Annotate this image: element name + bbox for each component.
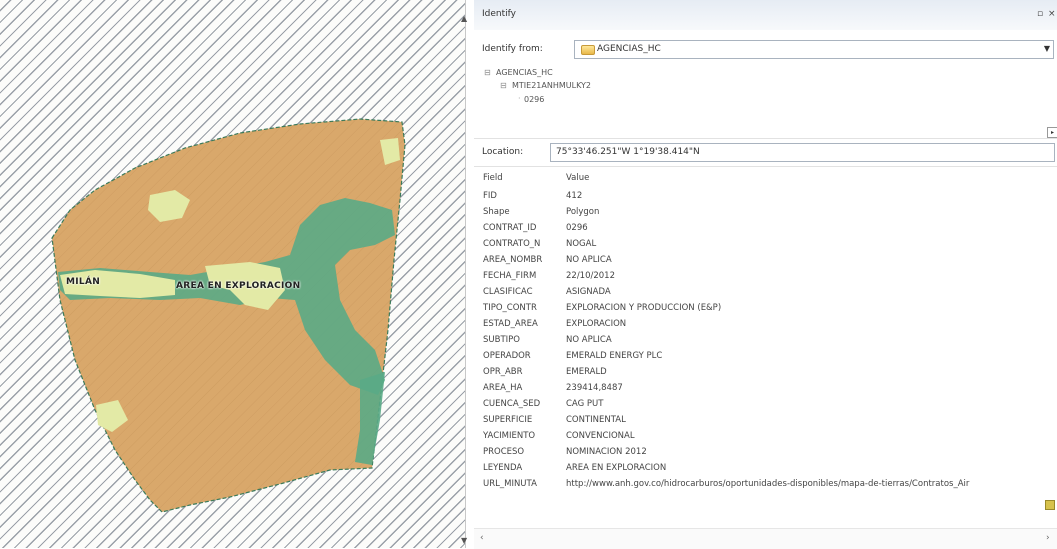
field-name: Shape xyxy=(483,207,510,217)
table-row[interactable]: AREA_NOMBR NO APLICA xyxy=(474,254,1057,269)
table-row[interactable]: Shape Polygon xyxy=(474,206,1057,221)
field-name: TIPO_CONTR xyxy=(483,303,537,313)
table-row[interactable]: AREA_HA 239414,8487 xyxy=(474,382,1057,397)
tree-collapse-icon[interactable]: ⊟ xyxy=(484,68,491,77)
field-name: OPR_ABR xyxy=(483,367,523,377)
field-value: EMERALD xyxy=(566,367,607,377)
separator xyxy=(474,166,1057,167)
separator xyxy=(474,138,1057,139)
field-name: CONTRATO_N xyxy=(483,239,541,249)
field-value: NO APLICA xyxy=(566,335,612,345)
table-row[interactable]: YACIMIENTO CONVENCIONAL xyxy=(474,430,1057,445)
location-field[interactable]: 75°33'46.251"W 1°19'38.414"N xyxy=(550,143,1055,162)
chevron-down-icon[interactable]: ▼ xyxy=(1044,44,1050,53)
scroll-up-icon[interactable]: ▲ xyxy=(461,14,467,23)
map-view[interactable]: MILÁN AREA EN EXPLORACION xyxy=(0,0,465,548)
identify-panel: Identify ▫ × Identify from: AGENCIAS_HC … xyxy=(474,0,1057,549)
table-row[interactable]: CONTRAT_ID 0296 xyxy=(474,222,1057,237)
field-value: 22/10/2012 xyxy=(566,271,615,281)
field-value: CONTINENTAL xyxy=(566,415,626,425)
map-panel-divider[interactable] xyxy=(465,0,466,548)
tree-value[interactable]: 0296 xyxy=(524,95,544,104)
field-value: ASIGNADA xyxy=(566,287,611,297)
identify-from-label: Identify from: xyxy=(482,44,543,54)
expand-icon[interactable]: ▸ xyxy=(1047,127,1057,138)
field-name: CLASIFICAC xyxy=(483,287,533,297)
table-row[interactable]: OPERADOR EMERALD ENERGY PLC xyxy=(474,350,1057,365)
table-row[interactable]: ESTAD_AREA EXPLORACION xyxy=(474,318,1057,333)
close-icon[interactable]: × xyxy=(1048,9,1056,19)
polygon-hatch xyxy=(52,119,405,512)
table-row[interactable]: CONTRATO_N NOGAL xyxy=(474,238,1057,253)
table-row[interactable]: FECHA_FIRM 22/10/2012 xyxy=(474,270,1057,285)
header-value[interactable]: Value xyxy=(566,173,589,183)
table-row[interactable]: LEYENDA AREA EN EXPLORACION xyxy=(474,462,1057,477)
field-name: YACIMIENTO xyxy=(483,431,536,441)
identify-from-select[interactable]: AGENCIAS_HC ▼ xyxy=(574,40,1054,59)
field-name: SUBTIPO xyxy=(483,335,520,345)
panel-title: Identify xyxy=(482,9,516,19)
tree-layer[interactable]: AGENCIAS_HC xyxy=(496,68,553,77)
identify-titlebar[interactable]: Identify ▫ × xyxy=(474,0,1057,30)
tree-feature[interactable]: MTIE21ANHMULKY2 xyxy=(512,81,591,90)
map-canvas xyxy=(51,118,406,513)
table-row[interactable]: OPR_ABR EMERALD xyxy=(474,366,1057,381)
field-name: OPERADOR xyxy=(483,351,531,361)
horizontal-scrollbar[interactable]: ‹ › xyxy=(474,528,1057,549)
field-name: SUPERFICIE xyxy=(483,415,533,425)
field-name: AREA_HA xyxy=(483,383,523,393)
field-name: PROCESO xyxy=(483,447,525,457)
table-row[interactable]: CUENCA_SED CAG PUT xyxy=(474,398,1057,413)
field-name: URL_MINUTA xyxy=(483,479,537,489)
field-value[interactable]: http://www.anh.gov.co/hidrocarburos/opor… xyxy=(566,479,969,489)
field-value: 412 xyxy=(566,191,583,201)
field-value: CAG PUT xyxy=(566,399,604,409)
map-label-milan: MILÁN xyxy=(66,277,101,287)
field-value: 0296 xyxy=(566,223,588,233)
scroll-left-icon[interactable]: ‹ xyxy=(480,533,484,543)
field-value: NOGAL xyxy=(566,239,597,249)
field-value: 239414,8487 xyxy=(566,383,623,393)
table-row[interactable]: SUPERFICIE CONTINENTAL xyxy=(474,414,1057,429)
table-row[interactable]: SUBTIPO NO APLICA xyxy=(474,334,1057,349)
table-header: Field Value xyxy=(474,172,1057,187)
map-label-area: AREA EN EXPLORACION xyxy=(176,281,301,291)
table-row[interactable]: FID 412 xyxy=(474,190,1057,205)
table-row[interactable]: CLASIFICAC ASIGNADA xyxy=(474,286,1057,301)
tree-collapse-icon[interactable]: ⊟ xyxy=(500,81,507,90)
scroll-down-icon[interactable]: ▼ xyxy=(461,536,467,545)
location-value: 75°33'46.251"W 1°19'38.414"N xyxy=(556,147,700,157)
field-value: EXPLORACION xyxy=(566,319,627,329)
hyperlink-icon[interactable] xyxy=(1045,500,1055,510)
field-name: AREA_NOMBR xyxy=(483,255,543,265)
field-name: FECHA_FIRM xyxy=(483,271,537,281)
table-row[interactable]: URL_MINUTA http://www.anh.gov.co/hidrocar… xyxy=(474,478,1057,493)
table-row[interactable]: TIPO_CONTR EXPLORACION Y PRODUCCION (E&P) xyxy=(474,302,1057,317)
field-name: FID xyxy=(483,191,497,201)
field-name: CUENCA_SED xyxy=(483,399,541,409)
tree-connector: · xyxy=(518,94,521,103)
pin-icon[interactable]: ▫ xyxy=(1037,9,1043,19)
field-value: CONVENCIONAL xyxy=(566,431,635,441)
field-name: ESTAD_AREA xyxy=(483,319,538,329)
field-value: NOMINACION 2012 xyxy=(566,447,647,457)
header-field[interactable]: Field xyxy=(483,173,503,183)
table-row[interactable]: PROCESO NOMINACION 2012 xyxy=(474,446,1057,461)
location-label: Location: xyxy=(482,147,524,157)
scroll-right-icon[interactable]: › xyxy=(1046,533,1050,543)
field-value: EXPLORACION Y PRODUCCION (E&P) xyxy=(566,303,722,313)
field-value: EMERALD ENERGY PLC xyxy=(566,351,663,361)
field-value: Polygon xyxy=(566,207,600,217)
field-value: AREA EN EXPLORACION xyxy=(566,463,667,473)
layer-icon xyxy=(581,45,595,55)
field-name: CONTRAT_ID xyxy=(483,223,537,233)
field-value: NO APLICA xyxy=(566,255,612,265)
field-name: LEYENDA xyxy=(483,463,523,473)
identify-from-value: AGENCIAS_HC xyxy=(597,44,661,54)
